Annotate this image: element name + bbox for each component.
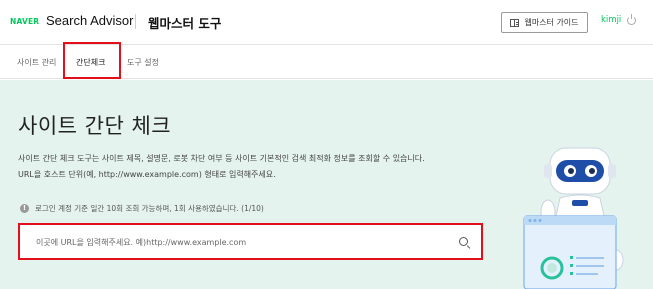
tab-site-management[interactable]: 사이트 관리	[17, 57, 56, 68]
description-line-1: 사이트 간단 체크 도구는 사이트 제목, 설명문, 로봇 차단 여부 등 사이…	[18, 154, 425, 163]
logout-power-icon[interactable]	[627, 14, 636, 25]
info-icon: !	[20, 204, 29, 213]
search-icon[interactable]	[459, 237, 468, 246]
tab-highlight-box	[63, 42, 121, 79]
robot-illustration	[523, 147, 624, 289]
tab-tool-settings[interactable]: 도구 설정	[127, 57, 159, 68]
url-search-box	[18, 223, 483, 260]
user-name[interactable]: kimji	[601, 15, 621, 25]
usage-notice-text: 로그인 계정 기준 일간 10회 조회 가능하며, 1회 사용하였습니다. (1…	[35, 204, 264, 213]
naver-logo[interactable]: NAVER	[10, 17, 39, 26]
top-header: NAVER Search Advisor 웹마스터 도구 웹마스터 가이드 ki…	[0, 0, 653, 44]
description-line-2: URL을 호스트 단위(예, http://www.example.com) 형…	[18, 169, 276, 179]
url-input[interactable]	[36, 235, 446, 249]
webmaster-guide-label: 웹마스터 가이드	[524, 18, 579, 27]
book-icon	[510, 18, 520, 27]
header-divider	[135, 14, 136, 29]
usage-notice: ! 로그인 계정 기준 일간 10회 조회 가능하며, 1회 사용하였습니다. …	[20, 203, 264, 214]
webmaster-guide-button[interactable]: 웹마스터 가이드	[501, 12, 588, 33]
webmaster-tools-title[interactable]: 웹마스터 도구	[148, 13, 221, 32]
search-advisor-logo[interactable]: Search Advisor	[46, 13, 133, 28]
page-title: 사이트 간단 체크	[18, 114, 172, 138]
page-description: 사이트 간단 체크 도구는 사이트 제목, 설명문, 로봇 차단 여부 등 사이…	[18, 151, 425, 182]
